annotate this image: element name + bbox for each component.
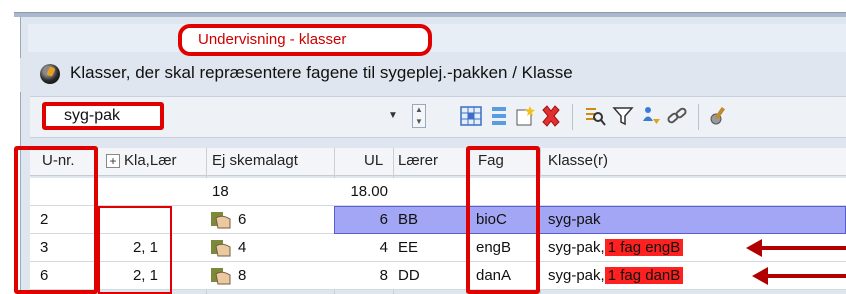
element-combobox[interactable]: syg-pak: [42, 102, 164, 130]
cell-ul[interactable]: 8: [334, 263, 388, 289]
toolbar-separator: [698, 104, 699, 130]
cell-laerer[interactable]: BB: [398, 207, 418, 233]
hand-icon: [211, 240, 231, 257]
cell-klasse[interactable]: syg-pak: [548, 207, 601, 233]
cell-klasse[interactable]: syg-pak, 1 fag danB: [548, 263, 684, 289]
tab-ribbon: [28, 24, 846, 52]
arrow-left-icon: [752, 267, 846, 285]
cell-laerer[interactable]: DD: [398, 263, 420, 289]
col-header-laerer[interactable]: Lærer: [398, 148, 438, 174]
cell-klasse-text: syg-pak,: [548, 239, 605, 256]
chevron-down-icon[interactable]: ▼: [388, 110, 398, 121]
col-header-ej-skemalagt[interactable]: Ej skemalagt: [212, 148, 298, 174]
cell-ej[interactable]: 6: [238, 207, 246, 233]
toolbar-separator: [572, 104, 573, 130]
grid-insert-icon[interactable]: [460, 105, 482, 127]
new-item-icon[interactable]: [514, 105, 536, 127]
cell-ej[interactable]: 4: [238, 235, 246, 261]
highlighted-note: 1 fag engB: [604, 239, 684, 256]
col-header-ul[interactable]: UL: [364, 148, 383, 174]
total-ul: 18.00: [350, 183, 388, 200]
cell-ul[interactable]: 6: [334, 207, 388, 233]
highlighted-note: 1 fag danB: [604, 267, 684, 284]
col-header-klasse[interactable]: Klasse(r): [548, 148, 608, 174]
tools-icon[interactable]: [708, 105, 730, 127]
tab-undervisning-klasser[interactable]: Undervisning - klasser: [178, 24, 432, 56]
total-ej: 18: [212, 183, 229, 200]
arrow-left-icon: [746, 239, 846, 257]
cell-ej[interactable]: 8: [238, 263, 246, 289]
spin-buttons[interactable]: [412, 104, 426, 128]
cell-ul[interactable]: 4: [334, 235, 388, 261]
filter-icon[interactable]: [612, 105, 634, 127]
annotation-box-kla: [98, 206, 172, 294]
sort-person-icon[interactable]: [640, 105, 662, 127]
delete-icon[interactable]: [540, 105, 562, 127]
annotation-box-unr: [14, 146, 98, 294]
col-header-kla[interactable]: Kla,Lær: [124, 148, 177, 174]
hand-icon: [211, 268, 231, 285]
link-icon[interactable]: [666, 105, 688, 127]
list-rows-icon[interactable]: [488, 105, 510, 127]
expand-icon[interactable]: +: [106, 154, 120, 168]
screenshot-canvas: Undervisning - klasser Klasser, der skal…: [0, 0, 846, 294]
hand-icon: [211, 212, 231, 229]
annotation-box-fag: [466, 146, 540, 294]
cell-klasse[interactable]: syg-pak, 1 fag engB: [548, 235, 684, 261]
cell-laerer[interactable]: EE: [398, 235, 418, 261]
window-title: Klasser, der skal repræsentere fagene ti…: [70, 63, 573, 82]
totals-row: [30, 178, 846, 206]
cell-klasse-text: syg-pak,: [548, 267, 605, 284]
search-list-icon[interactable]: [584, 105, 606, 127]
app-icon: [40, 64, 60, 84]
